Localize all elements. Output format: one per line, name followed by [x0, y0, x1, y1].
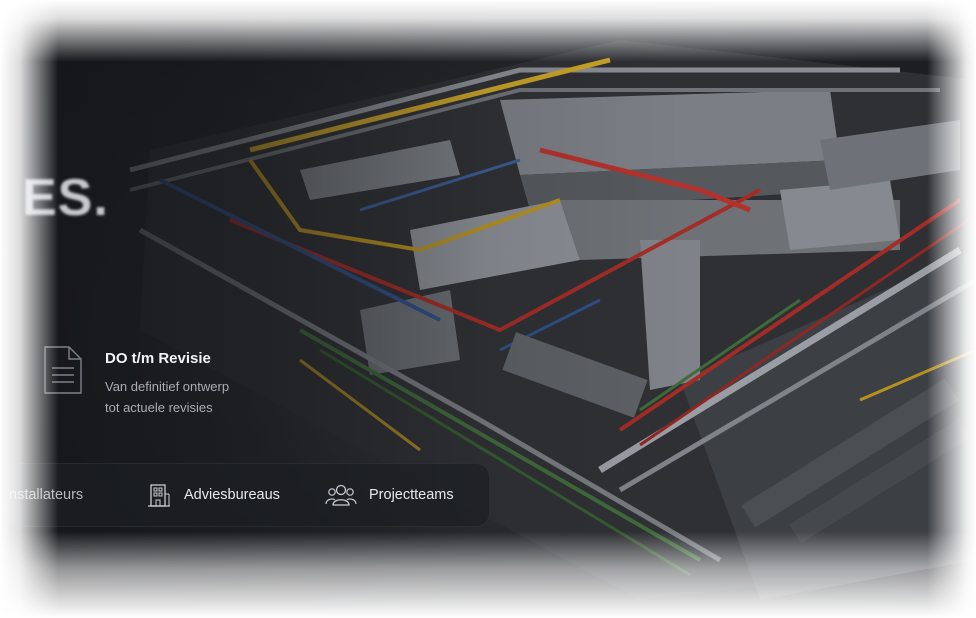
- audience-bar: nstallateurs Adviesbureaus Projectteams: [8, 463, 490, 527]
- audience-label-installateurs: nstallateurs: [9, 487, 84, 503]
- audience-label-projectteams: Projectteams: [369, 487, 454, 503]
- feature-description: Van definitief ontwerp tot actuele revis…: [105, 376, 275, 418]
- audience-installateurs[interactable]: nstallateurs: [9, 464, 83, 526]
- document-icon: [44, 346, 82, 394]
- feature-description-line-2: tot actuele revisies: [105, 400, 213, 415]
- audience-adviesbureaus[interactable]: Adviesbureaus: [146, 464, 280, 526]
- feature-title: DO t/m Revisie: [105, 350, 211, 367]
- audience-projectteams[interactable]: Projectteams: [325, 464, 454, 526]
- users-icon: [325, 484, 357, 506]
- headline-fragment: ES.: [22, 169, 109, 227]
- feature-description-line-1: Van definitief ontwerp: [105, 379, 230, 394]
- audience-label-adviesbureaus: Adviesbureaus: [184, 487, 280, 503]
- building-icon: [148, 484, 170, 507]
- hero-section: ES. DO t/m Revisie Van definitief ontwer…: [0, 0, 976, 618]
- feature-do-revisie: DO t/m Revisie Van definitief ontwerp to…: [44, 346, 284, 426]
